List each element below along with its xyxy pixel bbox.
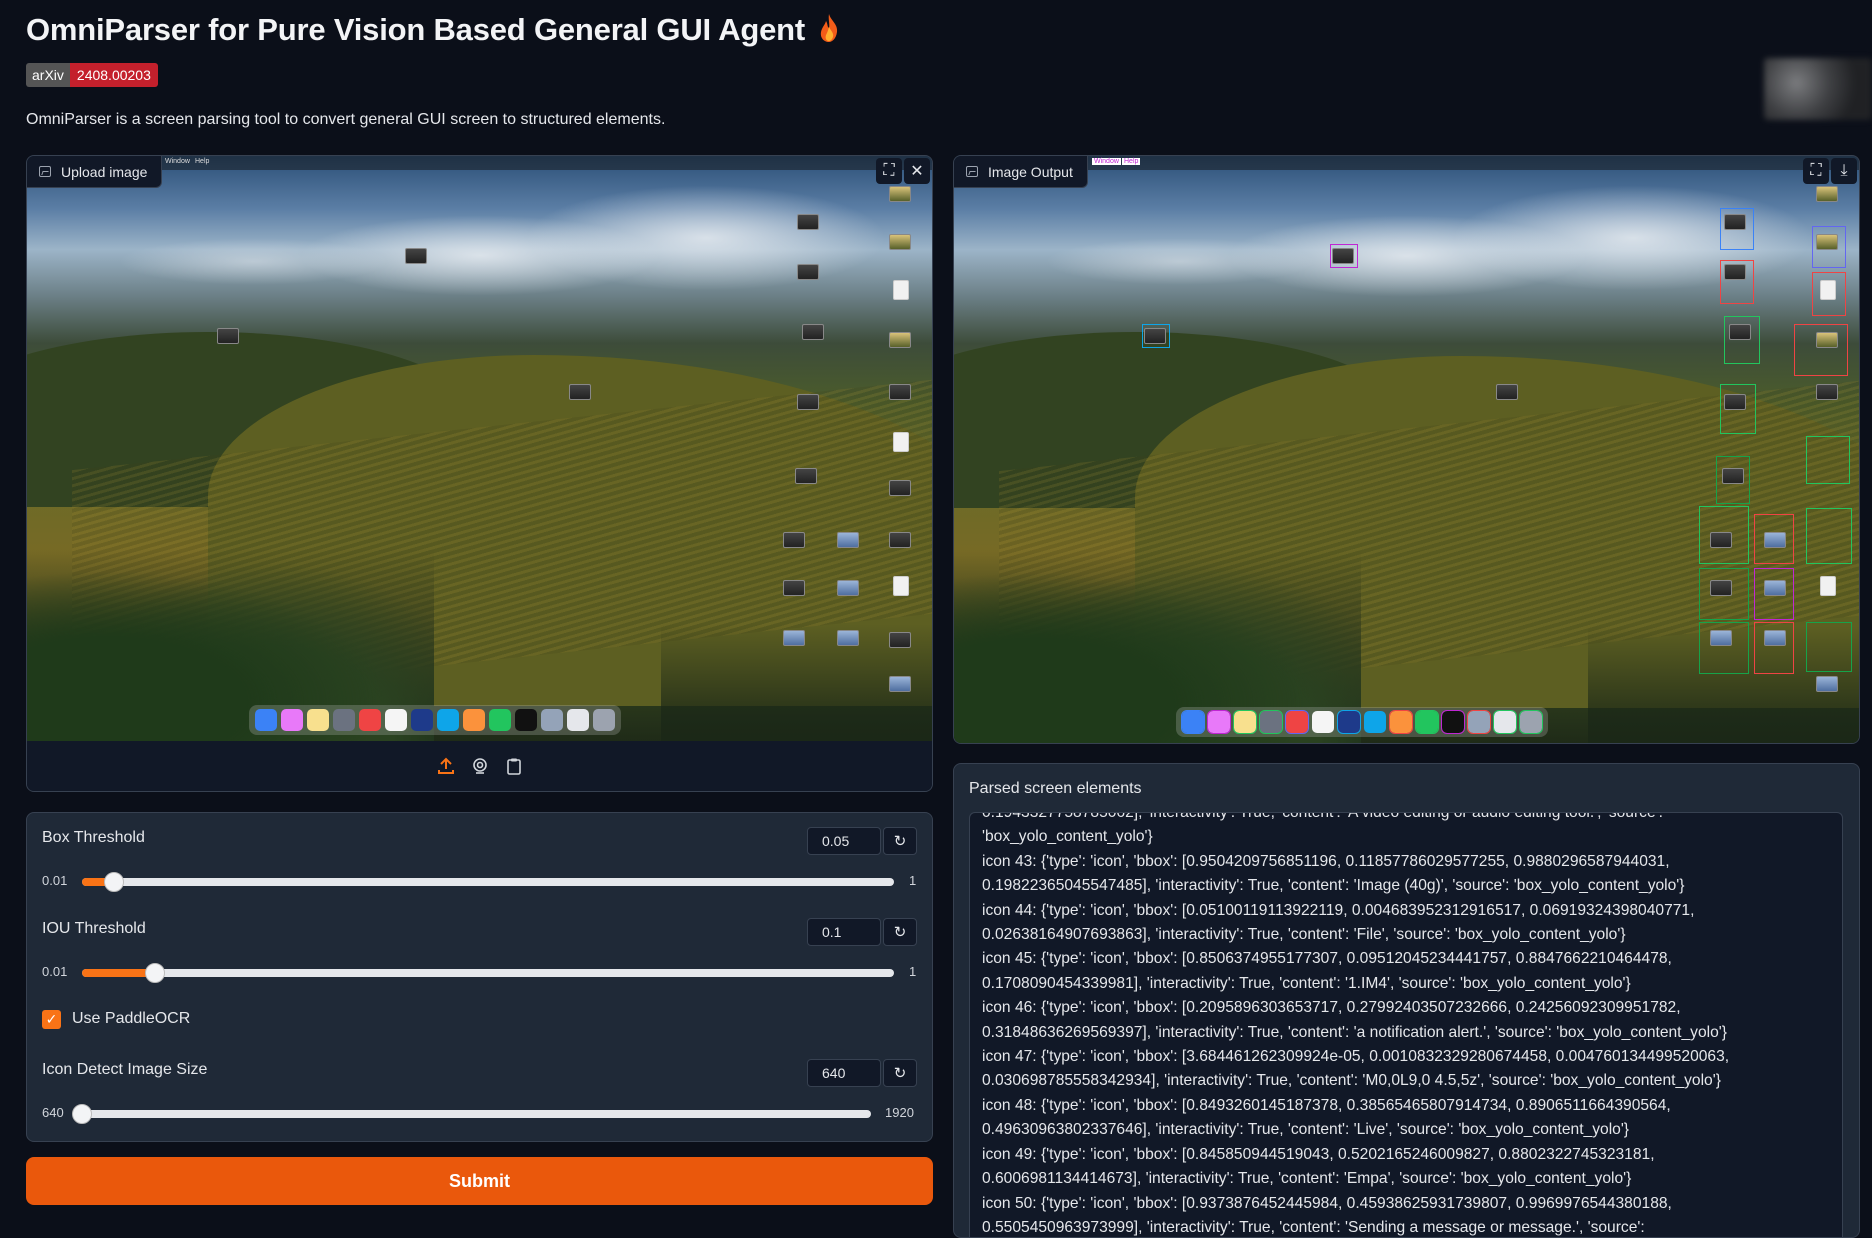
icon-size-max: 1920 — [885, 1105, 914, 1120]
download-icon[interactable]: ⤓ — [1831, 158, 1857, 184]
upload-image-label-text: Upload image — [61, 163, 148, 180]
icon-size-slider[interactable] — [72, 1104, 871, 1124]
image-output-tools: ⛶ ⤓ — [1803, 158, 1857, 184]
icon-size-slider-thumb[interactable] — [72, 1104, 92, 1124]
upload-image-label: Upload image — [27, 156, 163, 188]
icon-size-input[interactable]: 640 — [807, 1059, 881, 1087]
parsed-element-line: icon 44: {'type': 'icon', 'bbox': [0.051… — [982, 901, 1695, 919]
parsed-element-line: 0.31848636269569397], 'interactivity': T… — [982, 1023, 1727, 1041]
box-threshold-label: Box Threshold — [42, 829, 145, 846]
menu-window: Window — [1092, 158, 1121, 165]
parsed-element-line: 0.6006981134414673], 'interactivity': Tr… — [982, 1170, 1632, 1188]
submit-button[interactable]: Submit — [26, 1157, 933, 1205]
parsed-element-line: 0.49630963802337646], 'interactivity': T… — [982, 1121, 1630, 1139]
mac-dock — [1176, 707, 1548, 737]
parsed-element-line: 0.030698785558342934], 'interactivity': … — [982, 1072, 1721, 1090]
menu-help: Help — [1122, 158, 1141, 165]
box-threshold-reset-icon[interactable]: ↻ — [883, 827, 917, 855]
box-threshold-slider[interactable] — [82, 872, 894, 892]
parsed-element-line: 0.5505450963973999], 'interactivity': Tr… — [982, 1218, 1645, 1236]
image-output-label: Image Output — [954, 156, 1088, 188]
parsed-element-line: 0.1708090454339981], 'interactivity': Tr… — [982, 974, 1631, 992]
page-title-text: OmniParser for Pure Vision Based General… — [26, 12, 806, 47]
box-threshold-max: 1 — [909, 873, 917, 888]
fullscreen-icon[interactable]: ⛶ — [1803, 158, 1829, 184]
fire-icon — [821, 14, 838, 42]
mac-menubar: Window Help — [954, 156, 1859, 170]
webcam-icon[interactable] — [470, 756, 490, 776]
icon-size-min: 640 — [42, 1105, 64, 1120]
parsed-element-line: 0.1943327758785062], 'interactivity': Tr… — [982, 812, 1663, 821]
image-output-label-text: Image Output — [988, 163, 1073, 180]
parsed-element-line: icon 47: {'type': 'icon', 'bbox': [3.684… — [982, 1048, 1730, 1066]
arxiv-badge-label: arXiv — [26, 63, 70, 87]
page-description: OmniParser is a screen parsing tool to c… — [26, 111, 666, 128]
parsed-element-line: icon 43: {'type': 'icon', 'bbox': [0.950… — [982, 852, 1670, 870]
upload-image-tools: ⛶ ✕ — [876, 158, 930, 184]
icon-size-label: Icon Detect Image Size — [42, 1061, 208, 1078]
uploaded-screenshot: Window Help — [27, 156, 932, 741]
parsed-element-line: icon 45: {'type': 'icon', 'bbox': [0.850… — [982, 950, 1672, 968]
parameter-controls: Box Threshold 0.05 ↻ 0.01 1 IOU Threshol… — [26, 812, 933, 1142]
image-icon — [39, 166, 51, 177]
parsed-element-line: icon 50: {'type': 'icon', 'bbox': [0.937… — [982, 1194, 1672, 1212]
parsed-element-line: 'box_yolo_content_yolo'} — [982, 828, 1153, 846]
arxiv-badge-id: 2408.00203 — [69, 63, 158, 87]
iou-threshold-max: 1 — [909, 964, 917, 979]
fullscreen-icon[interactable]: ⛶ — [876, 158, 902, 184]
mac-menubar: Window Help — [27, 156, 932, 170]
iou-threshold-min: 0.01 — [42, 964, 68, 979]
annotated-screenshot: Window Help — [954, 156, 1859, 743]
close-icon[interactable]: ✕ — [904, 158, 930, 184]
parsed-element-line: 0.02638164907693863], 'interactivity': T… — [982, 926, 1626, 944]
parsed-elements-lines: 0.1943327758785062], 'interactivity': Tr… — [982, 812, 1832, 1237]
box-threshold-input[interactable]: 0.05 — [807, 827, 881, 855]
parsed-element-line: icon 46: {'type': 'icon', 'bbox': [0.209… — [982, 999, 1681, 1017]
use-paddleocr-label: Use PaddleOCR — [72, 1010, 191, 1027]
parsed-element-line: icon 48: {'type': 'icon', 'bbox': [0.849… — [982, 1096, 1671, 1114]
iou-threshold-slider[interactable] — [82, 963, 894, 983]
menu-window: Window — [165, 158, 190, 165]
mac-dock — [249, 705, 621, 735]
menu-help: Help — [195, 158, 210, 165]
box-threshold-slider-thumb[interactable] — [104, 872, 125, 892]
icon-size-reset-icon[interactable]: ↻ — [883, 1059, 917, 1087]
avatar — [1764, 58, 1872, 120]
parsed-element-line: 0.19822365045547485], 'interactivity': T… — [982, 877, 1685, 895]
page-title: OmniParser for Pure Vision Based General… — [26, 12, 841, 48]
upload-image-panel[interactable]: Upload image ⛶ ✕ Window Help — [26, 155, 933, 792]
parsed-elements-panel: Parsed screen elements 0.194332775878506… — [953, 763, 1860, 1238]
image-icon — [966, 166, 978, 177]
parsed-element-line: icon 49: {'type': 'icon', 'bbox': [0.845… — [982, 1145, 1655, 1163]
iou-threshold-label: IOU Threshold — [42, 920, 146, 937]
parsed-elements-textbox[interactable]: 0.1943327758785062], 'interactivity': Tr… — [969, 812, 1843, 1237]
iou-threshold-reset-icon[interactable]: ↻ — [883, 918, 917, 946]
use-paddleocr-checkbox[interactable]: ✓ — [42, 1010, 61, 1029]
image-output-panel: Image Output ⛶ ⤓ Window Help — [953, 155, 1860, 744]
upload-icon[interactable] — [436, 756, 456, 776]
iou-threshold-slider-thumb[interactable] — [145, 963, 166, 983]
arxiv-badge[interactable]: arXiv 2408.00203 — [26, 63, 158, 87]
iou-threshold-input[interactable]: 0.1 — [807, 918, 881, 946]
upload-toolbar — [27, 741, 932, 791]
parsed-elements-label: Parsed screen elements — [969, 780, 1142, 797]
box-threshold-min: 0.01 — [42, 873, 68, 888]
clipboard-icon[interactable] — [504, 756, 524, 776]
